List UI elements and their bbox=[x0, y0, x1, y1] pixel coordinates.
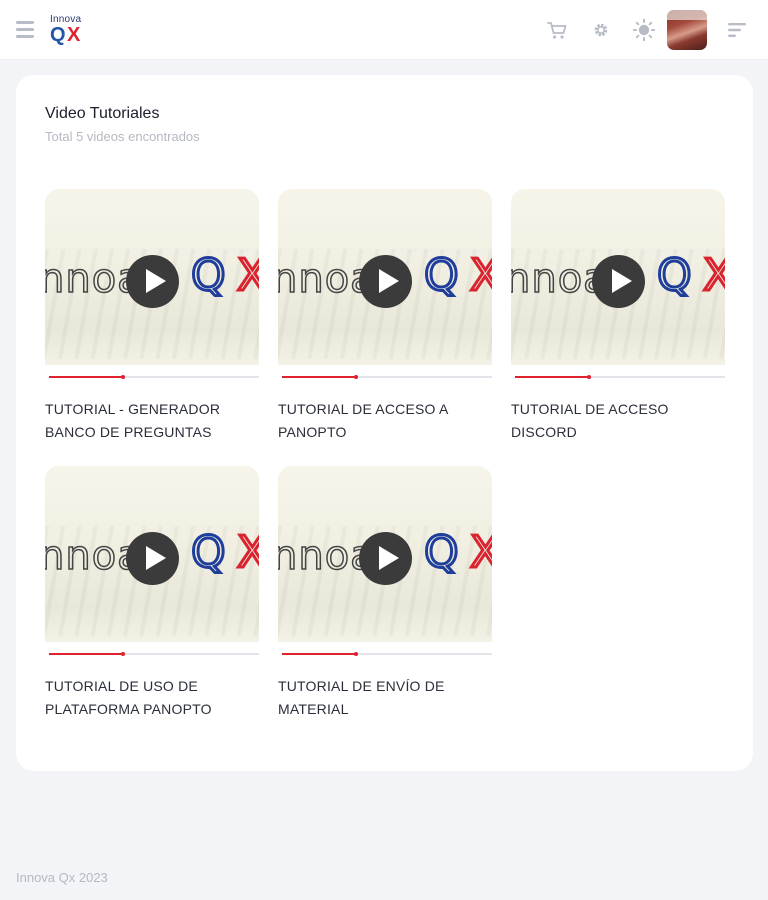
video-card[interactable]: nnoa Q X TUTORIAL DE ACCESO A PANOPTO bbox=[278, 189, 492, 449]
play-icon[interactable] bbox=[126, 255, 179, 308]
video-title[interactable]: TUTORIAL DE ACCESO DISCORD bbox=[511, 398, 725, 444]
video-count-subtitle: Total 5 videos encontrados bbox=[45, 129, 200, 144]
video-card[interactable]: nnoa Q X TUTORIAL - GENERADOR BANCO DE P… bbox=[45, 189, 259, 449]
video-card[interactable]: nnoa Q X TUTORIAL DE USO DE PLATAFORMA P… bbox=[45, 466, 259, 726]
video-progress-bar[interactable] bbox=[282, 375, 492, 379]
video-thumbnail[interactable]: nnoa Q X bbox=[278, 189, 492, 365]
video-title[interactable]: TUTORIAL DE ENVÍO DE MATERIAL bbox=[278, 675, 492, 721]
video-thumbnail[interactable]: nnoa Q X bbox=[511, 189, 725, 365]
gear-icon[interactable] bbox=[589, 18, 613, 42]
thumbnail-letter-q: Q bbox=[190, 250, 228, 301]
video-thumbnail[interactable]: nnoa Q X bbox=[45, 466, 259, 642]
menu-icon[interactable] bbox=[14, 18, 38, 40]
video-card[interactable]: nnoa Q X TUTORIAL DE ENVÍO DE MATERIAL bbox=[278, 466, 492, 726]
thumbnail-letter-q: Q bbox=[656, 250, 694, 301]
video-tutorials-card: Video Tutoriales Total 5 videos encontra… bbox=[16, 75, 753, 771]
video-title[interactable]: TUTORIAL - GENERADOR BANCO DE PREGUNTAS bbox=[45, 398, 259, 444]
video-progress-bar[interactable] bbox=[282, 652, 492, 656]
thumbnail-letter-x: X bbox=[235, 527, 259, 578]
cart-icon[interactable] bbox=[545, 18, 569, 42]
video-progress-bar[interactable] bbox=[49, 652, 259, 656]
play-icon[interactable] bbox=[359, 532, 412, 585]
video-thumbnail[interactable]: nnoa Q X bbox=[45, 189, 259, 365]
video-progress-bar[interactable] bbox=[515, 375, 725, 379]
app-logo[interactable]: Innova Q X bbox=[50, 14, 90, 48]
video-title[interactable]: TUTORIAL DE USO DE PLATAFORMA PANOPTO bbox=[45, 675, 259, 721]
thumbnail-letter-x: X bbox=[701, 250, 725, 301]
video-card[interactable]: nnoa Q X TUTORIAL DE ACCESO DISCORD bbox=[511, 189, 725, 449]
video-thumbnail[interactable]: nnoa Q X bbox=[278, 466, 492, 642]
avatar[interactable] bbox=[667, 10, 707, 50]
top-bar: Innova Q X bbox=[0, 0, 768, 60]
thumbnail-letter-q: Q bbox=[190, 527, 228, 578]
thumbnail-letter-q: Q bbox=[423, 250, 461, 301]
thumbnail-letter-x: X bbox=[235, 250, 259, 301]
thumbnail-letter-x: X bbox=[468, 250, 492, 301]
logo-letter-x: X bbox=[67, 24, 81, 46]
video-progress-bar[interactable] bbox=[49, 375, 259, 379]
list-menu-icon[interactable] bbox=[725, 18, 749, 42]
thumbnail-letter-x: X bbox=[468, 527, 492, 578]
footer-copyright: Innova Qx 2023 bbox=[16, 870, 108, 885]
play-icon[interactable] bbox=[126, 532, 179, 585]
sun-icon[interactable] bbox=[632, 18, 656, 42]
play-icon[interactable] bbox=[592, 255, 645, 308]
play-icon[interactable] bbox=[359, 255, 412, 308]
video-title[interactable]: TUTORIAL DE ACCESO A PANOPTO bbox=[278, 398, 492, 444]
logo-letter-q: Q bbox=[50, 24, 66, 46]
thumbnail-letter-q: Q bbox=[423, 527, 461, 578]
page-title: Video Tutoriales bbox=[45, 105, 160, 122]
